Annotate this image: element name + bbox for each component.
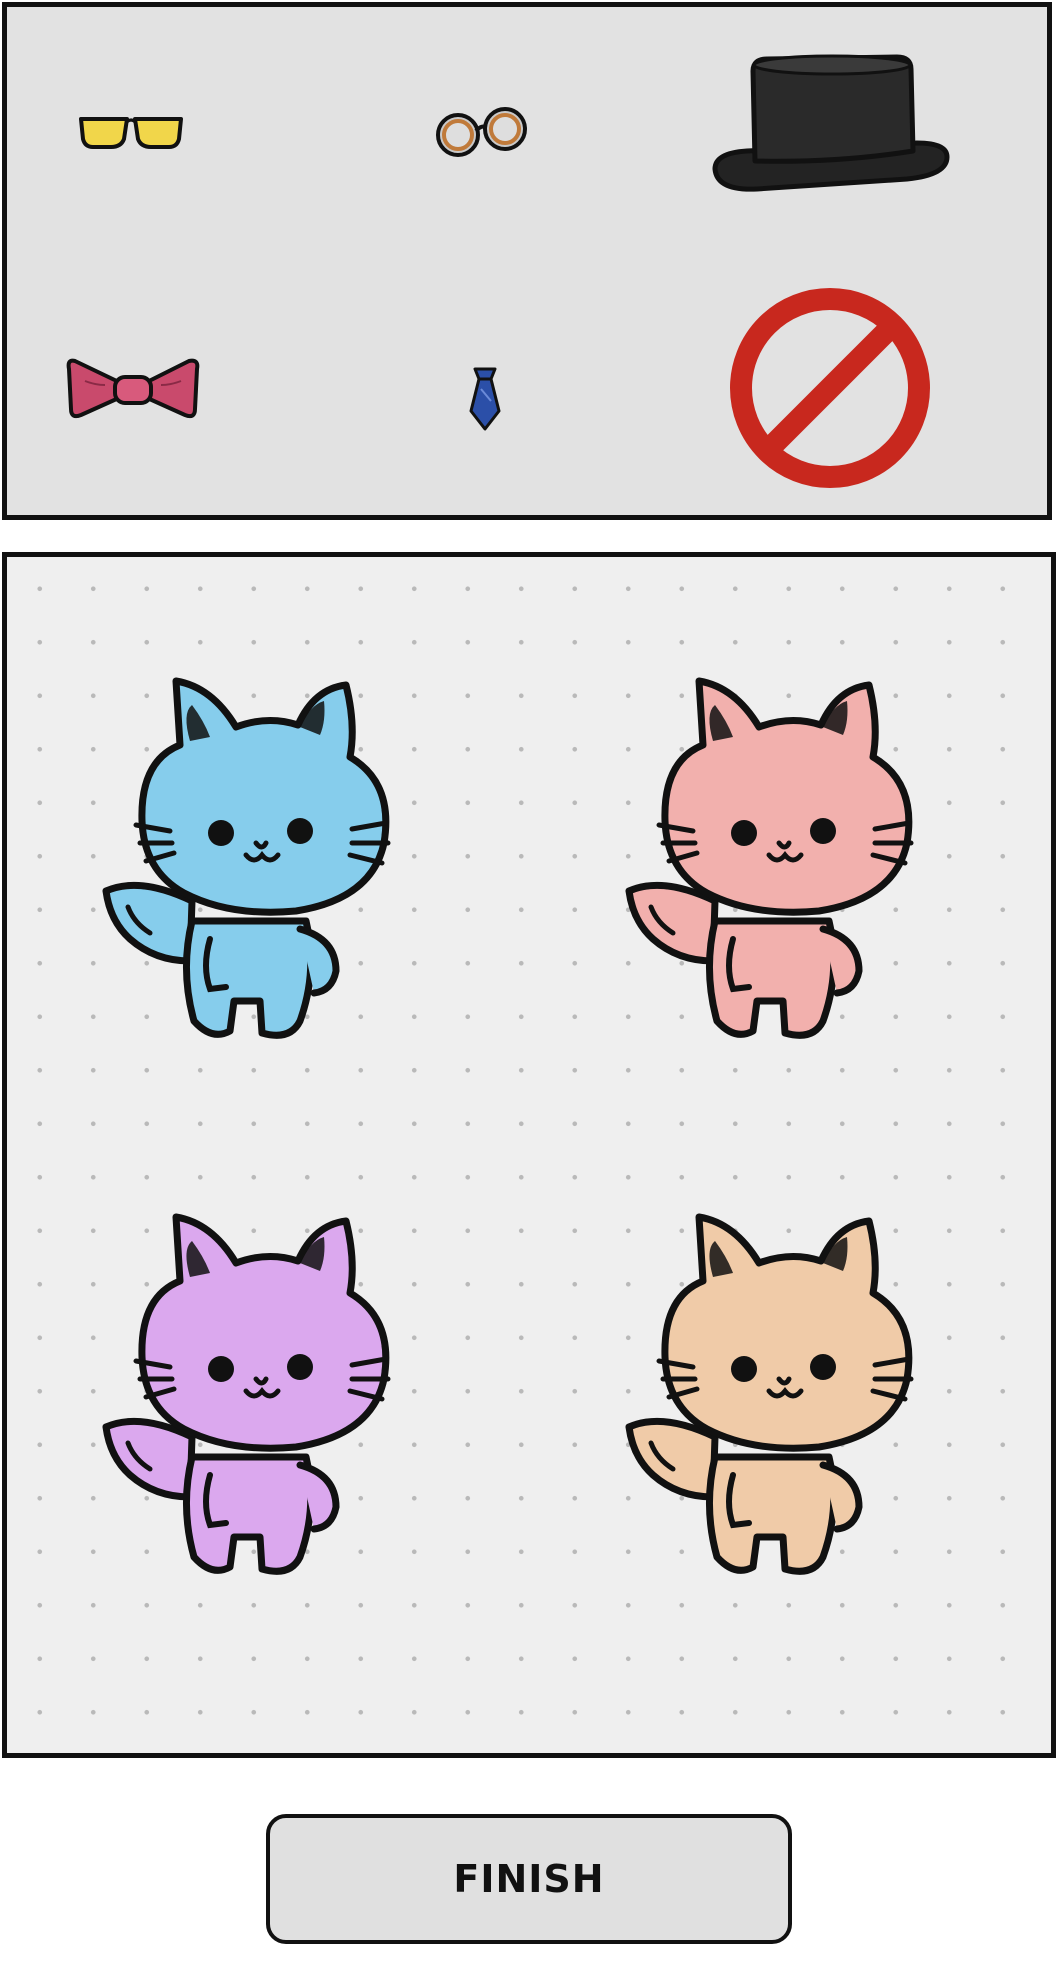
- bow-tie-option[interactable]: [65, 355, 205, 425]
- round-spectacles-icon: [436, 107, 527, 157]
- purple-cat-icon: [102, 1213, 391, 1575]
- accessory-panel: [2, 2, 1052, 520]
- pink-cat[interactable]: [623, 671, 943, 1051]
- round-spectacles-option[interactable]: [425, 103, 535, 163]
- yellow-glasses-option[interactable]: [71, 105, 191, 155]
- purple-cat[interactable]: [100, 1207, 420, 1587]
- peach-cat[interactable]: [623, 1207, 943, 1587]
- necktie-icon: [469, 367, 501, 431]
- blue-cat-icon: [102, 677, 391, 1039]
- necktie-option[interactable]: [465, 363, 505, 435]
- yellow-glasses-icon: [79, 117, 183, 149]
- top-hat-icon: [712, 54, 950, 192]
- cat-selection-panel: [2, 552, 1056, 1758]
- blue-cat[interactable]: [100, 671, 420, 1051]
- no-accessory-icon: [730, 288, 930, 488]
- finish-button-label: FINISH: [453, 1857, 605, 1901]
- peach-cat-icon: [625, 1213, 914, 1575]
- top-hat-option[interactable]: [707, 51, 957, 201]
- no-accessory-option[interactable]: [725, 283, 935, 493]
- finish-button[interactable]: FINISH: [266, 1814, 792, 1944]
- pink-cat-icon: [625, 677, 914, 1039]
- bow-tie-icon: [66, 358, 200, 419]
